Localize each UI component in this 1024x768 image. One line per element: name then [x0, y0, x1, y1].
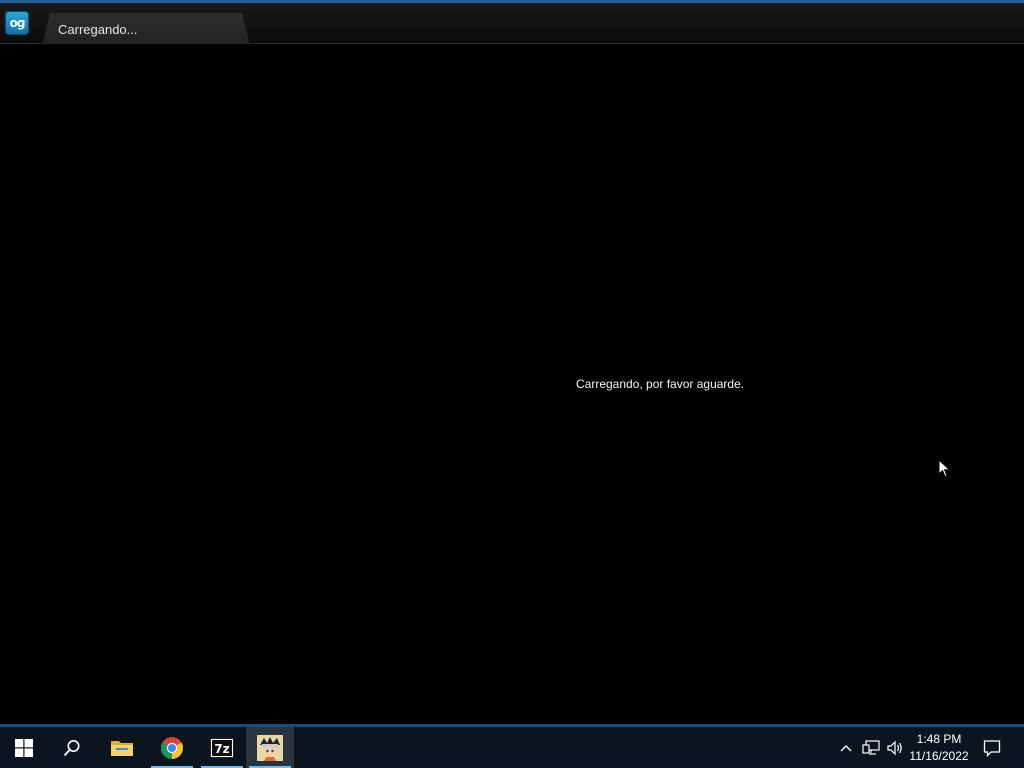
notification-icon[interactable] [978, 727, 1006, 768]
volume-icon[interactable] [884, 727, 906, 768]
app-logo-icon[interactable]: og [5, 11, 29, 35]
desktop-screen: og Carregando... Carregando, por favor a… [0, 0, 1024, 768]
game-app-icon[interactable] [246, 727, 294, 768]
chrome-icon[interactable] [148, 727, 196, 768]
main-content: Carregando, por favor aguarde. [0, 44, 1024, 724]
app-logo-text: og [9, 16, 26, 30]
search-icon[interactable] [48, 727, 96, 768]
tab-loading[interactable]: Carregando... [42, 13, 250, 46]
svg-text:7z: 7z [214, 742, 229, 756]
network-icon[interactable] [860, 727, 882, 768]
taskbar: 7z 1:48 PM 11/16/2022 [0, 724, 1024, 768]
file-explorer-icon[interactable] [98, 727, 146, 768]
tab-title: Carregando... [58, 22, 138, 37]
7zip-icon[interactable]: 7z [198, 727, 246, 768]
clock-time: 1:48 PM [916, 732, 962, 746]
mouse-cursor-icon [938, 458, 952, 484]
loading-message: Carregando, por favor aguarde. [576, 377, 745, 391]
clock-date: 11/16/2022 [909, 749, 969, 763]
app-title-bar: og Carregando... [0, 0, 1024, 46]
chevron-up-icon[interactable] [836, 727, 856, 768]
windows-start-icon[interactable] [0, 727, 48, 768]
taskbar-clock[interactable]: 1:48 PM 11/16/2022 [904, 731, 974, 765]
